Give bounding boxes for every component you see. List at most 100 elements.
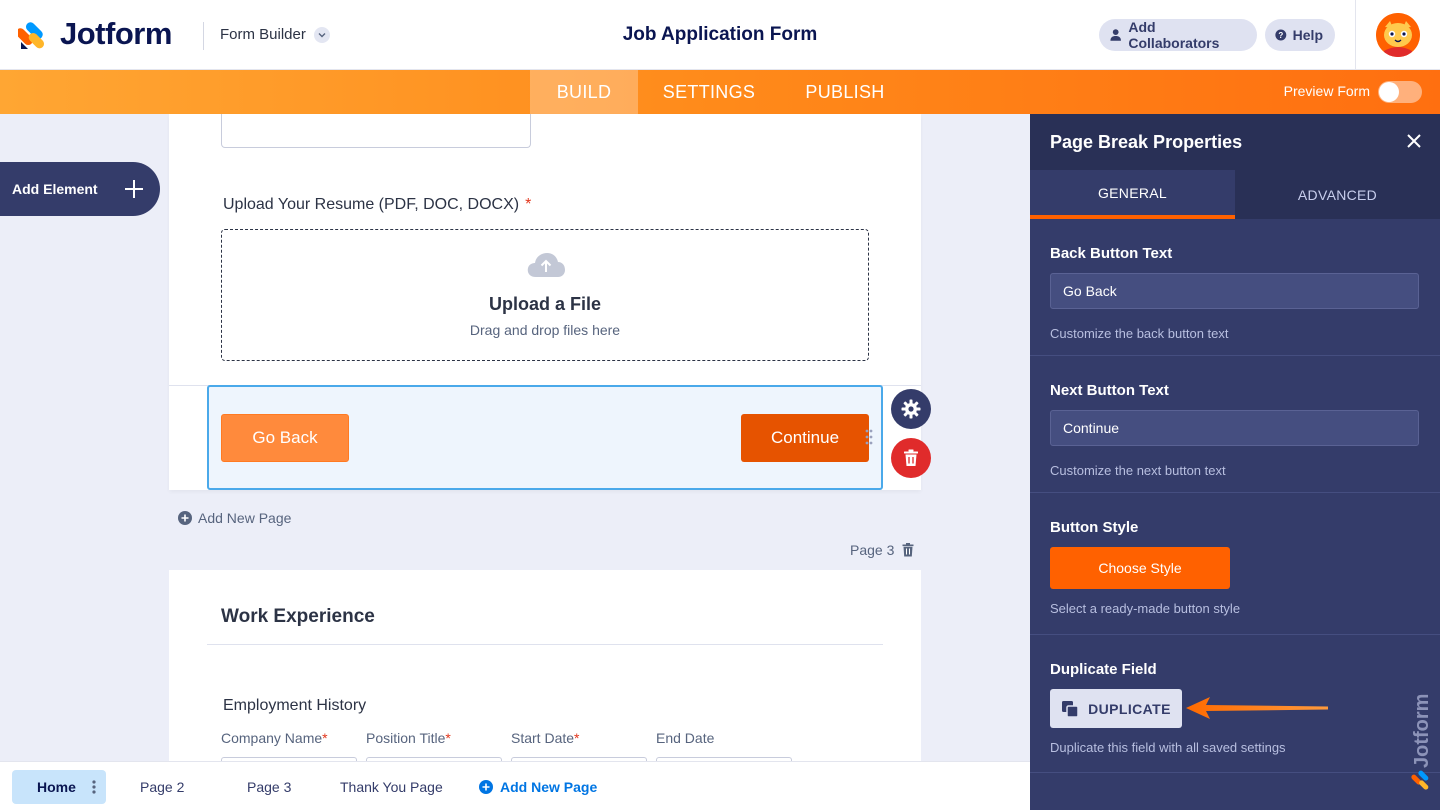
gear-icon [901,399,921,419]
svg-text:?: ? [1278,31,1283,40]
section-help-text: Customize the next button text [1050,463,1226,478]
header-divider [203,22,204,50]
next-button-text-section: Next Button Text Customize the next butt… [1030,356,1440,493]
upload-resume-label[interactable]: Upload Your Resume (PDF, DOC, DOCX) * [223,196,531,214]
add-collaborators-label: Add Collaborators [1128,19,1220,51]
page-number-label: Page 3 [850,542,895,558]
heading-divider [207,644,883,645]
section-help-text: Select a ready-made button style [1050,601,1241,616]
page-indicator: Page 3 [850,542,914,558]
column-label: Start Date [511,730,575,746]
go-back-button[interactable]: Go Back [221,414,349,462]
page-tab-3[interactable]: Page 3 [247,779,291,795]
section-heading[interactable]: Work Experience [221,606,375,628]
section-help-text: Customize the back button text [1050,326,1229,341]
page-tab-thank-you[interactable]: Thank You Page [340,779,443,795]
column-header-position: Position Title* [366,730,451,746]
drag-handle-icon[interactable] [865,428,873,446]
continue-button[interactable]: Continue [741,414,869,462]
help-label: Help [1292,27,1323,43]
section-title: Next Button Text [1050,382,1169,399]
required-asterisk: * [445,730,451,746]
svg-text:Jotform: Jotform [1411,694,1433,768]
section-help-text: Duplicate this field with all saved sett… [1050,740,1286,755]
copy-icon [1062,700,1079,718]
cloud-upload-icon [527,253,565,277]
plus-circle-icon [479,780,493,794]
builder-nav: BUILD SETTINGS PUBLISH Preview Form [0,70,1440,114]
field-settings-button[interactable] [891,389,931,429]
jotform-logo-icon [18,22,45,49]
back-button-text-section: Back Button Text Customize the back butt… [1030,219,1440,356]
toggle-knob [1379,82,1399,102]
column-label: Company Name [221,730,323,746]
upload-file-subtitle: Drag and drop files here [469,322,621,338]
form-builder-dropdown[interactable]: Form Builder [220,26,330,43]
header-divider-right [1355,0,1356,70]
chevron-down-icon [313,26,330,43]
upload-file-title: Upload a File [488,294,602,314]
logo-wordmark: Jotform [60,16,172,51]
avatar[interactable] [1376,13,1420,57]
plus-circle-icon [178,511,192,525]
avatar-cat-icon [1376,13,1420,57]
add-collaborators-button[interactable]: Add Collaborators [1099,19,1257,51]
trash-icon[interactable] [902,543,914,557]
user-icon [1110,29,1121,41]
duplicate-button[interactable]: DUPLICATE [1050,689,1182,728]
jotform-logo[interactable]: Jotform [18,16,172,52]
page-tab-label: Home [37,779,76,795]
tab-build[interactable]: BUILD [530,70,638,114]
help-button[interactable]: ? Help [1265,19,1335,51]
close-icon[interactable] [1405,132,1423,150]
column-header-company: Company Name* [221,730,328,746]
form-title[interactable]: Job Application Form [560,24,880,46]
page-navigation-bar: Home Page 2 Page 3 Thank You Page Add Ne… [0,761,1030,810]
back-button-text-input[interactable] [1050,273,1419,309]
panel-header: Page Break Properties [1030,114,1440,170]
panel-title: Page Break Properties [1050,132,1243,152]
column-label: End Date [656,730,715,746]
employment-history-label[interactable]: Employment History [223,697,366,715]
section-title: Back Button Text [1050,245,1173,262]
question-icon: ? [1275,29,1287,41]
preview-form-toggle[interactable] [1378,81,1422,103]
required-asterisk: * [574,730,580,746]
previous-field-input[interactable] [221,114,531,148]
page-tab-home[interactable]: Home [12,770,106,804]
top-header: Jotform Form Builder Job Application For… [0,0,1440,70]
add-new-page-label: Add New Page [500,779,598,795]
required-asterisk: * [525,196,532,213]
duplicate-label: DUPLICATE [1088,700,1171,717]
plus-icon [125,180,143,198]
add-new-page-link[interactable]: Add New Page [178,510,291,526]
add-element-button[interactable]: Add Element [0,162,160,216]
column-header-end-date: End Date [656,730,714,746]
add-new-page-label: Add New Page [198,510,292,526]
jotform-watermark-logo: Jotform [1411,694,1433,790]
tab-advanced[interactable]: ADVANCED [1235,170,1440,219]
choose-style-button[interactable]: Choose Style [1050,547,1230,589]
column-label: Position Title [366,730,446,746]
add-element-label: Add Element [12,181,98,197]
form-builder-label: Form Builder [220,26,306,43]
tab-settings[interactable]: SETTINGS [645,70,773,114]
panel-tabs: GENERAL ADVANCED [1030,170,1440,219]
trash-icon [904,449,918,466]
kebab-menu-icon[interactable] [92,780,96,794]
add-new-page-button[interactable]: Add New Page [479,779,597,795]
page-tab-2[interactable]: Page 2 [140,779,184,795]
tab-publish[interactable]: PUBLISH [790,70,900,114]
button-style-section: Button Style Choose Style Select a ready… [1030,493,1440,635]
annotation-arrow-icon [1186,697,1328,719]
tab-general[interactable]: GENERAL [1030,170,1235,219]
required-asterisk: * [322,730,328,746]
delete-field-button[interactable] [891,438,931,478]
column-header-start-date: Start Date* [511,730,579,746]
section-title: Button Style [1050,519,1139,536]
section-title: Duplicate Field [1050,661,1157,678]
next-button-text-input[interactable] [1050,410,1419,446]
file-upload-dropzone[interactable]: Upload a File Drag and drop files here [221,229,869,361]
upload-resume-label-text: Upload Your Resume (PDF, DOC, DOCX) [223,196,520,213]
preview-form-label: Preview Form [1283,83,1370,99]
